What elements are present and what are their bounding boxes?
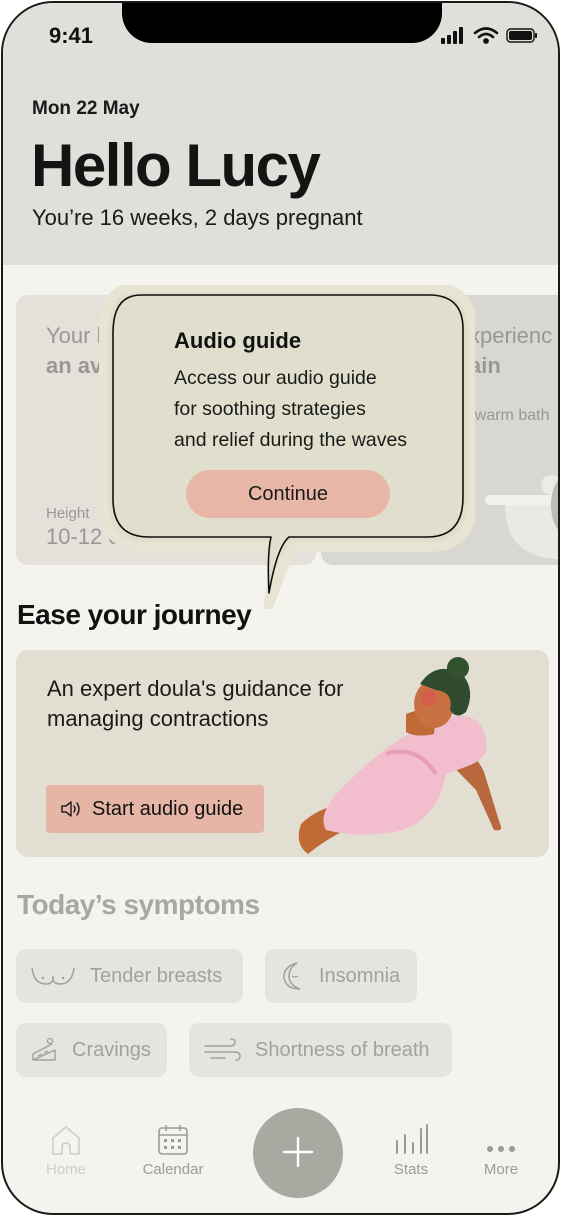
start-audio-guide-label: Start audio guide bbox=[92, 797, 244, 820]
symptom-chip-tender-breasts[interactable]: Tender breasts bbox=[16, 949, 243, 1003]
height-label: Height bbox=[46, 505, 90, 522]
bathtub-illustration bbox=[485, 475, 558, 559]
tooltip-line: for soothing strategies bbox=[174, 398, 366, 420]
moon-icon bbox=[283, 962, 301, 990]
plus-icon bbox=[282, 1136, 314, 1167]
status-time: 9:41 bbox=[49, 23, 94, 48]
tab-stats[interactable]: Stats bbox=[371, 1123, 451, 1178]
doula-card-line: managing contractions bbox=[47, 706, 269, 731]
pregnancy-status: You’re 16 weeks, 2 days pregnant bbox=[32, 205, 363, 230]
tab-label: Calendar bbox=[142, 1161, 204, 1178]
wifi-icon bbox=[473, 27, 499, 44]
tab-label: Stats bbox=[393, 1161, 429, 1178]
tooltip-line: Access our audio guide bbox=[174, 367, 377, 389]
breasts-icon bbox=[31, 967, 75, 985]
more-icon bbox=[487, 1146, 515, 1152]
pregnant-woman-illustration bbox=[298, 657, 502, 854]
start-audio-guide-button[interactable]: Start audio guide bbox=[46, 785, 264, 833]
notch bbox=[122, 3, 442, 43]
speaker-icon bbox=[61, 801, 80, 817]
card-text-line2: an av bbox=[46, 353, 103, 378]
tab-more[interactable]: More bbox=[461, 1123, 541, 1178]
tab-bar: Home Calendar Stats More bbox=[3, 1103, 558, 1213]
tip-text-line3: r warm bath bbox=[465, 407, 550, 424]
symptom-label: Insomnia bbox=[319, 964, 401, 987]
cake-icon bbox=[32, 1037, 56, 1061]
status-icons bbox=[441, 27, 537, 44]
symptom-chip-insomnia[interactable]: Insomnia bbox=[265, 949, 417, 1003]
greeting-title: Hello Lucy bbox=[31, 132, 321, 199]
tab-label: More bbox=[483, 1161, 519, 1178]
symptom-label: Shortness of breath bbox=[255, 1038, 430, 1061]
tip-text-line1: xperienc bbox=[469, 323, 553, 348]
battery-icon bbox=[506, 28, 537, 43]
tab-home[interactable]: Home bbox=[26, 1123, 106, 1178]
signal-icon bbox=[441, 27, 463, 44]
tooltip-title: Audio guide bbox=[174, 328, 302, 353]
calendar-icon bbox=[158, 1125, 188, 1155]
section-title-symptoms: Today’s symptoms bbox=[17, 889, 260, 920]
section-title-ease: Ease your journey bbox=[17, 599, 252, 630]
add-button[interactable] bbox=[253, 1108, 343, 1198]
doula-guide-card[interactable]: An expert doula's guidance for managing … bbox=[16, 650, 549, 857]
tab-label: Home bbox=[45, 1161, 86, 1178]
tooltip-line: and relief during the waves bbox=[174, 429, 408, 451]
date-label: Mon 22 May bbox=[32, 98, 140, 119]
symptom-chip-cravings[interactable]: Cravings bbox=[16, 1023, 167, 1077]
continue-button[interactable]: Continue bbox=[186, 470, 390, 518]
stats-icon bbox=[396, 1124, 428, 1154]
home-icon bbox=[52, 1126, 80, 1155]
symptom-label: Tender breasts bbox=[90, 964, 223, 987]
symptom-chip-shortness-of-breath[interactable]: Shortness of breath bbox=[189, 1023, 452, 1077]
wind-icon bbox=[204, 1038, 241, 1061]
tab-calendar[interactable]: Calendar bbox=[133, 1123, 213, 1178]
symptom-label: Cravings bbox=[72, 1038, 151, 1061]
phone-frame: 9:41 Mon 22 May Hello Lucy You’re 16 wee… bbox=[1, 1, 560, 1215]
